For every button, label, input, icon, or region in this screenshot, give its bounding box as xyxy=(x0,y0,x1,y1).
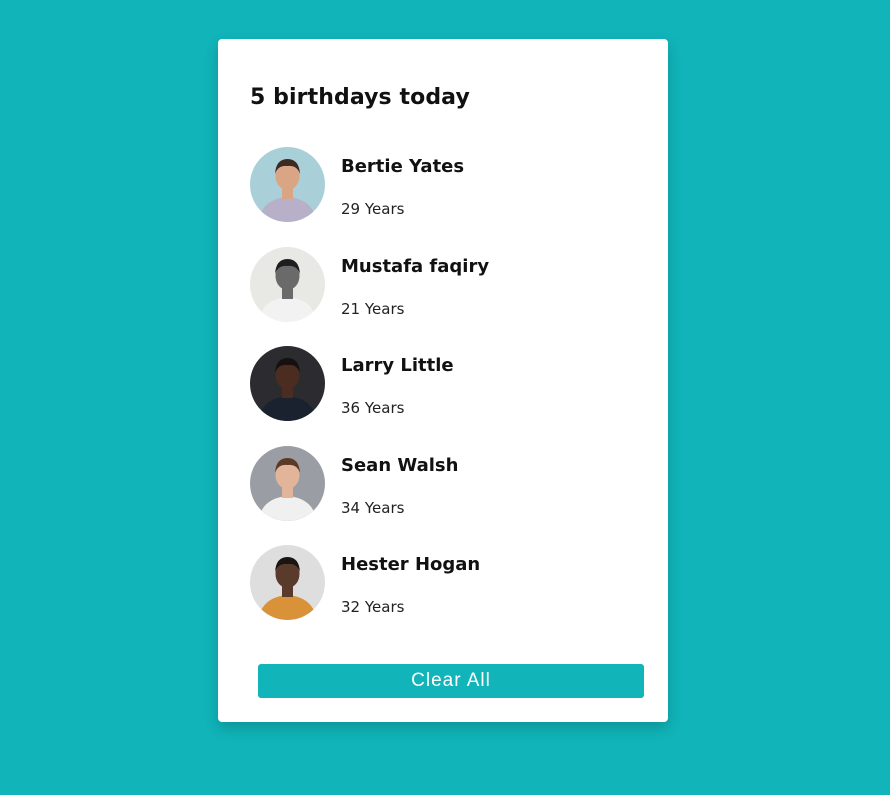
avatar xyxy=(250,246,325,322)
person-name: Sean Walsh xyxy=(341,454,459,476)
avatar xyxy=(250,445,325,521)
list-item: Bertie Yates 29 Years xyxy=(250,147,630,222)
person-name: Larry Little xyxy=(341,355,454,376)
person-name: Bertie Yates xyxy=(341,156,465,177)
woman-glasses-floral-photo xyxy=(250,545,325,620)
birthday-card: 5 birthdays today Bertie Yates 29 Years … xyxy=(218,39,668,722)
person-age: 32 Years xyxy=(341,598,405,616)
avatar xyxy=(250,147,325,222)
woman-glasses-street-photo xyxy=(250,147,325,222)
man-brick-wall-bw-photo xyxy=(250,246,325,322)
birthday-list: Bertie Yates 29 Years Mustafa faqiry 21 … xyxy=(250,147,630,645)
list-item: Larry Little 36 Years xyxy=(250,346,630,421)
man-dark-shirt-photo xyxy=(250,346,325,421)
person-age: 36 Years xyxy=(341,399,405,417)
person-name: Mustafa faqiry xyxy=(341,255,490,277)
clear-all-button[interactable]: Clear All xyxy=(258,664,644,698)
list-item: Sean Walsh 34 Years xyxy=(250,445,630,521)
person-name: Hester Hogan xyxy=(341,554,481,575)
page-title: 5 birthdays today xyxy=(250,85,470,110)
person-age: 21 Years xyxy=(341,299,405,318)
person-age: 34 Years xyxy=(341,498,405,517)
man-glasses-beard-photo xyxy=(250,445,325,521)
list-item: Mustafa faqiry 21 Years xyxy=(250,246,630,322)
avatar xyxy=(250,545,325,620)
list-item: Hester Hogan 32 Years xyxy=(250,545,630,620)
avatar xyxy=(250,346,325,421)
person-age: 29 Years xyxy=(341,200,405,218)
